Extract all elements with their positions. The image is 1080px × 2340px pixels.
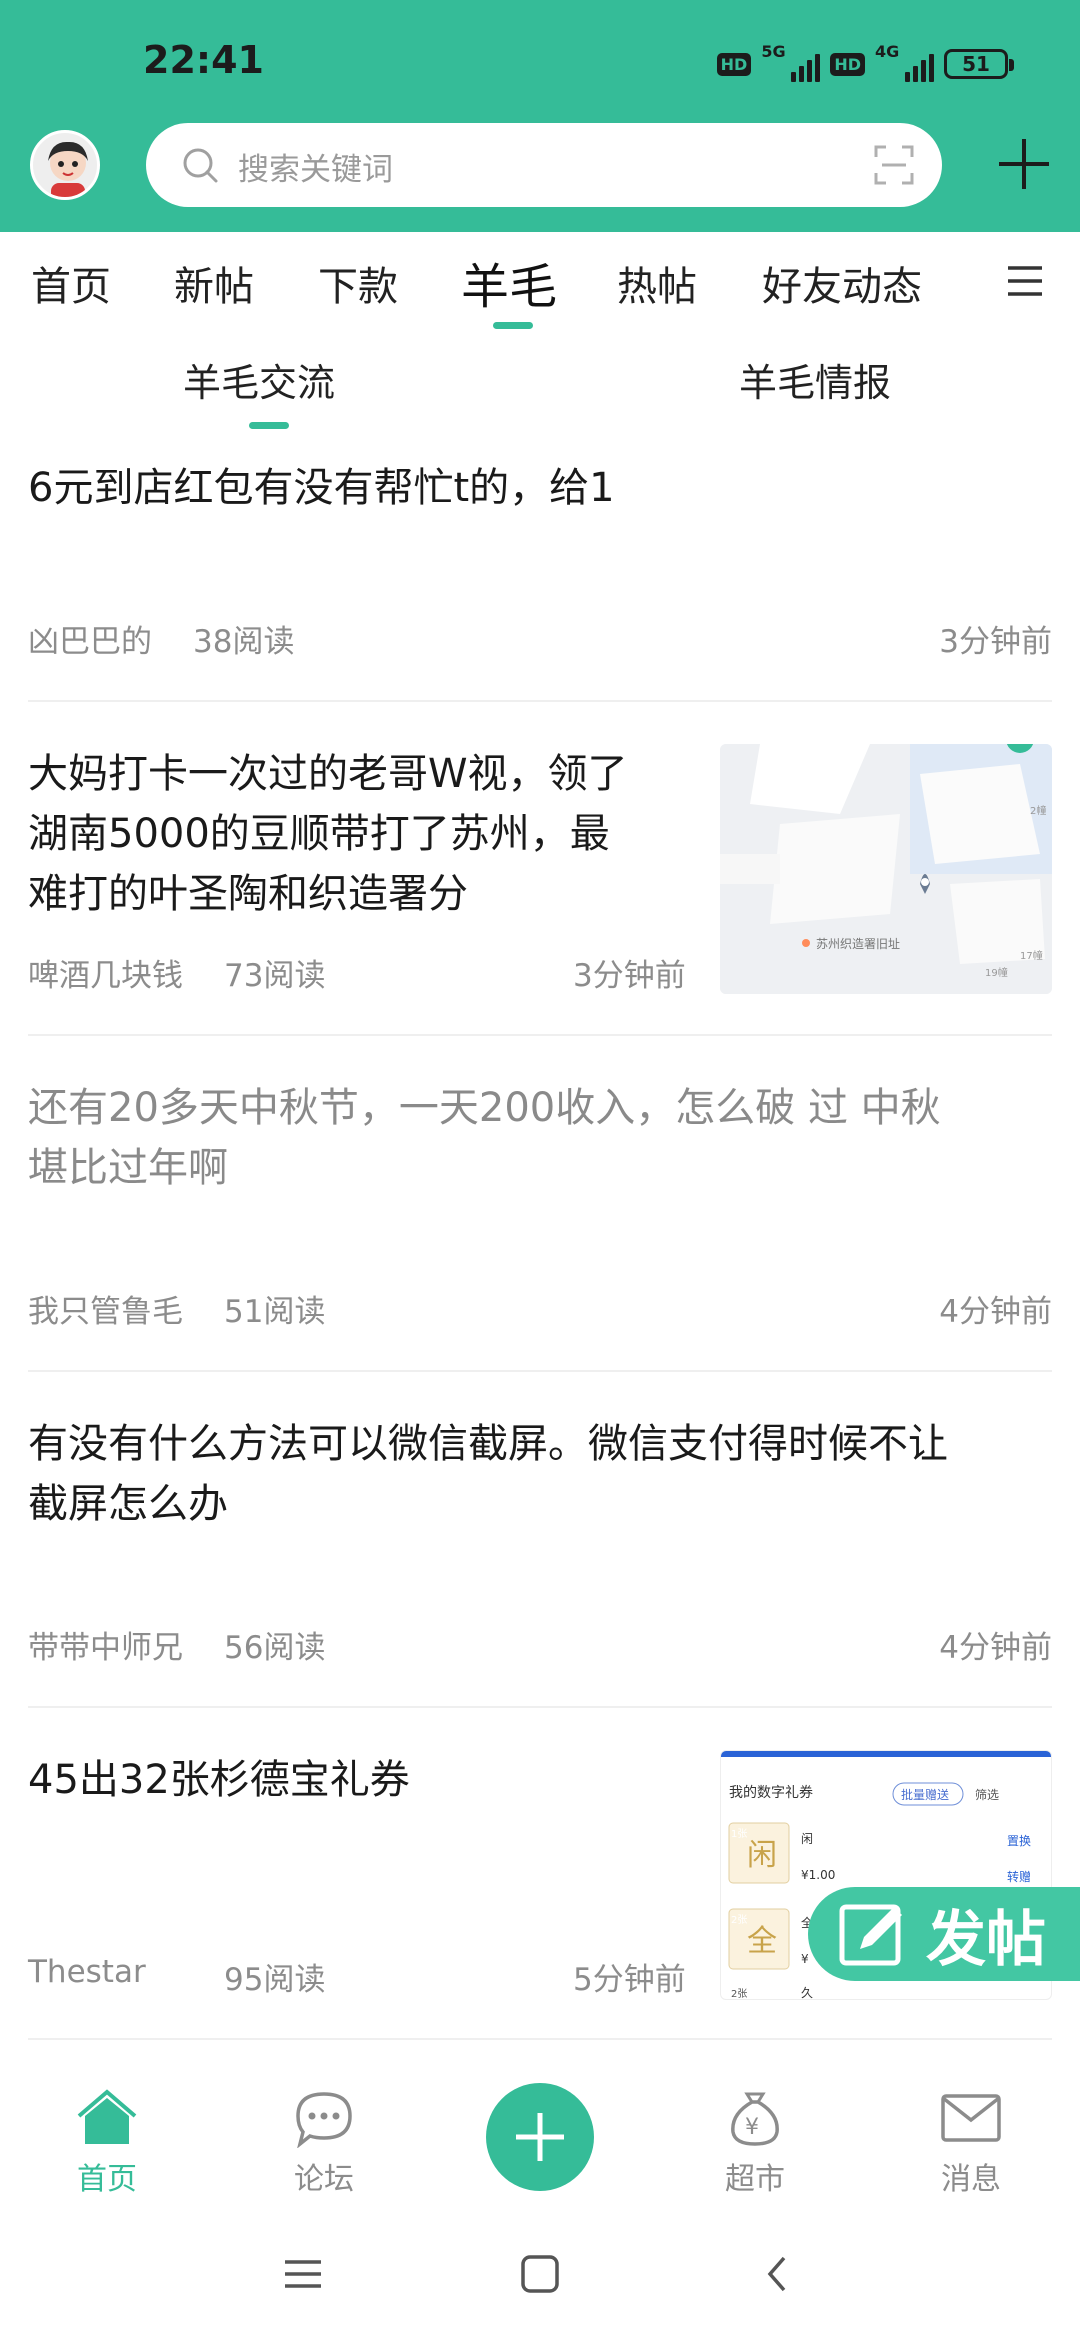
home-button-icon[interactable]: [520, 2254, 560, 2294]
svg-text:久: 久: [801, 1986, 813, 2000]
post-time: 3分钟前: [939, 624, 1052, 660]
svg-text:19幢: 19幢: [985, 966, 1008, 979]
post-item[interactable]: 6元到店红包有没有帮忙t的，给1 凶巴巴的 38阅读 3分钟前: [28, 432, 1052, 702]
post-author[interactable]: Thestar: [28, 1954, 146, 1990]
svg-text:2张: 2张: [731, 1988, 747, 2000]
nav-market[interactable]: ¥ 超市: [695, 2088, 815, 2198]
active-subtab-indicator: [249, 422, 289, 429]
svg-text:转赠: 转赠: [1007, 1869, 1031, 1884]
money-bag-icon: ¥: [731, 2092, 779, 2146]
post-reads: 38阅读: [193, 624, 295, 660]
svg-text:17幢: 17幢: [1020, 949, 1043, 962]
svg-text:¥1.00: ¥1.00: [801, 1868, 835, 1882]
post-reads: 56阅读: [224, 1630, 326, 1666]
svg-text:¥: ¥: [745, 2115, 759, 2140]
signal-4g-icon: 4G: [875, 42, 934, 82]
post-author[interactable]: 啤酒几块钱: [28, 950, 183, 995]
mail-icon: [941, 2094, 1001, 2142]
nav-forum[interactable]: 论坛: [264, 2088, 384, 2198]
svg-text:闲: 闲: [747, 1838, 777, 1873]
category-tabs: 首页 新帖 下款 羊毛 热帖 好友动态: [0, 232, 1080, 332]
svg-text:闲: 闲: [801, 1832, 813, 1846]
search-icon: [183, 148, 218, 183]
svg-text:苏州织造署旧址: 苏州织造署旧址: [816, 937, 900, 951]
avatar[interactable]: [30, 130, 100, 200]
post-thumbnail-map[interactable]: 苏州织造署旧址 2幢 17幢 19幢: [720, 744, 1052, 994]
svg-text:筛选: 筛选: [975, 1787, 999, 1802]
svg-text:置换: 置换: [1007, 1834, 1031, 1848]
post-item[interactable]: 大妈打卡一次过的老哥W视，领了 湖南5000的豆顺带打了苏州，最 难打的叶圣陶和…: [28, 702, 1052, 1036]
post-title[interactable]: 6元到店红包有没有帮忙t的，给1: [28, 458, 615, 518]
svg-text:全: 全: [747, 1924, 777, 1959]
nav-messages[interactable]: 消息: [911, 2088, 1031, 2198]
app-header: 22:41 HD 5G HD 4G 51 搜索关键词: [0, 0, 1080, 232]
post-title[interactable]: 45出32张杉德宝礼券: [28, 1750, 410, 1810]
sub-tabs: 羊毛交流 羊毛情报: [0, 332, 1080, 432]
post-title[interactable]: 还有20多天中秋节，一天200收入，怎么破 过 中秋 堪比过年啊: [28, 1078, 941, 1198]
menu-icon[interactable]: [1006, 262, 1044, 300]
recent-apps-icon[interactable]: [283, 2254, 323, 2294]
post-author[interactable]: 凶巴巴的: [28, 616, 152, 661]
plus-icon: [516, 2113, 564, 2161]
post-reads: 51阅读: [224, 1294, 326, 1330]
post-item[interactable]: 45出32张杉德宝礼券 Thestar 95阅读 5分钟前 我的数字礼券 批量赠…: [28, 1708, 1052, 2040]
post-reads: 95阅读: [224, 1962, 326, 1998]
svg-text:1张: 1张: [731, 1828, 747, 1840]
status-icons: HD 5G HD 4G 51: [716, 42, 1014, 82]
active-tab-indicator: [493, 322, 533, 329]
compose-post-button[interactable]: 发帖: [808, 1887, 1080, 1981]
hd-badge: HD: [830, 52, 865, 76]
tab-friend-activity[interactable]: 好友动态: [762, 254, 922, 312]
back-icon[interactable]: [758, 2254, 798, 2294]
bottom-nav: 首页 论坛 ¥ 超市 消息: [0, 2060, 1080, 2210]
svg-text:我的数字礼券: 我的数字礼券: [729, 1785, 813, 1801]
post-time: 5分钟前: [573, 1962, 686, 1998]
signal-5g-icon: 5G: [761, 42, 821, 82]
post-author[interactable]: 带带中师兄: [28, 1622, 183, 1667]
subtab-wool-exchange[interactable]: 羊毛交流: [183, 352, 335, 407]
tab-wool[interactable]: 羊毛: [461, 247, 557, 317]
post-title[interactable]: 有没有什么方法可以微信截屏。微信支付得时候不让 截屏怎么办: [28, 1414, 948, 1534]
post-reads: 73阅读: [224, 958, 326, 994]
home-icon: [77, 2089, 137, 2144]
svg-text:批量赠送: 批量赠送: [901, 1787, 949, 1802]
scan-icon[interactable]: [872, 143, 916, 187]
nav-create-button[interactable]: [486, 2083, 594, 2191]
status-time: 22:41: [143, 38, 264, 82]
edit-icon: [839, 1904, 902, 1966]
chat-icon: [296, 2092, 352, 2148]
post-time: 4分钟前: [939, 1294, 1052, 1330]
tab-home[interactable]: 首页: [31, 254, 111, 312]
battery-icon: 51: [944, 49, 1014, 79]
tab-loans[interactable]: 下款: [318, 254, 398, 312]
svg-text:¥: ¥: [801, 1952, 809, 1966]
tab-new-posts[interactable]: 新帖: [174, 254, 254, 312]
post-title[interactable]: 大妈打卡一次过的老哥W视，领了 湖南5000的豆顺带打了苏州，最 难打的叶圣陶和…: [28, 744, 628, 924]
post-item[interactable]: 还有20多天中秋节，一天200收入，怎么破 过 中秋 堪比过年啊 我只管鲁毛 5…: [28, 1036, 1052, 1372]
subtab-wool-intel[interactable]: 羊毛情报: [739, 352, 891, 407]
svg-text:2张: 2张: [731, 1914, 747, 1926]
search-bar[interactable]: 搜索关键词: [146, 123, 942, 207]
nav-home[interactable]: 首页: [47, 2088, 167, 2198]
search-input[interactable]: 搜索关键词: [238, 144, 393, 189]
system-nav-bar: [0, 2210, 1080, 2340]
post-author[interactable]: 我只管鲁毛: [28, 1286, 183, 1331]
post-time: 3分钟前: [573, 958, 686, 994]
svg-text:2幢: 2幢: [1030, 804, 1046, 817]
hd-badge: HD: [716, 52, 752, 76]
add-icon[interactable]: [996, 136, 1052, 192]
post-item[interactable]: 有没有什么方法可以微信截屏。微信支付得时候不让 截屏怎么办 带带中师兄 56阅读…: [28, 1372, 1052, 1708]
tab-hot-posts[interactable]: 热帖: [617, 254, 697, 312]
post-time: 4分钟前: [939, 1630, 1052, 1666]
compose-post-label: 发帖: [926, 1904, 1046, 1975]
